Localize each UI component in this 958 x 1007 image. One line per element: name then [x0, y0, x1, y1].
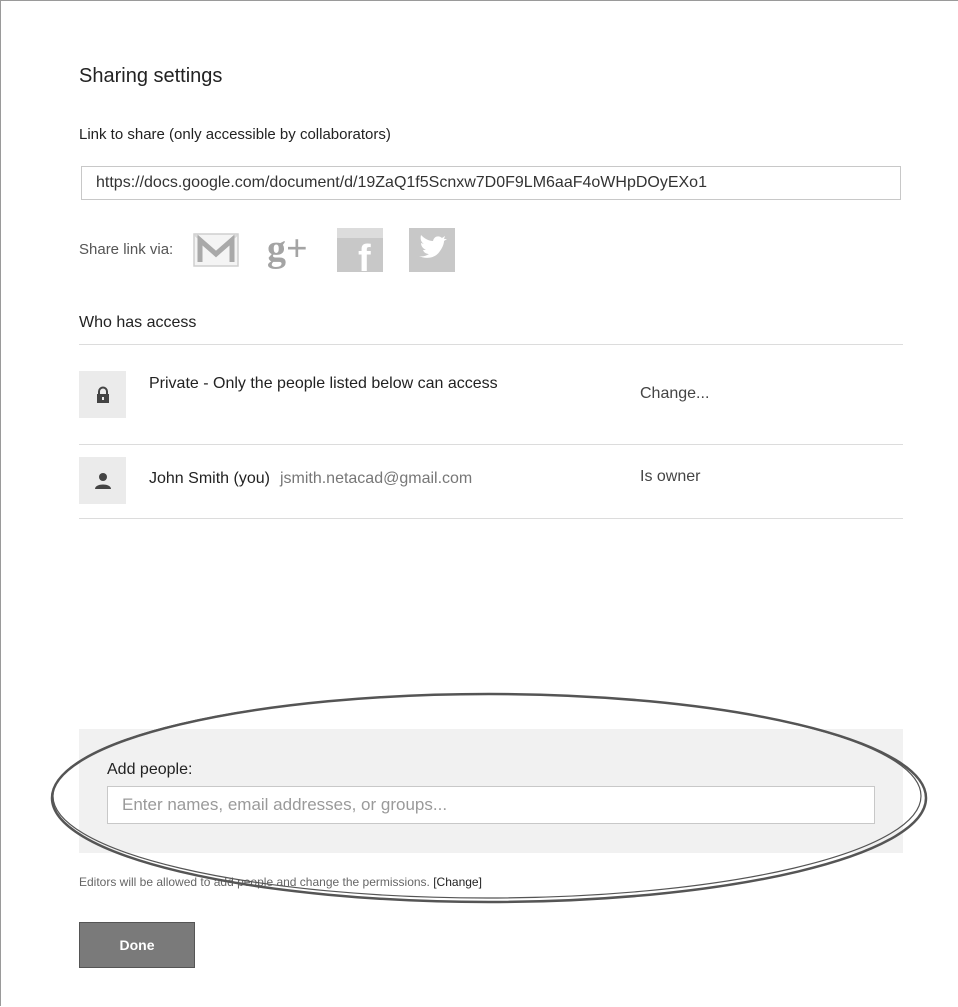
add-people-label: Add people:: [107, 761, 193, 778]
link-to-share-label: Link to share (only accessible by collab…: [79, 126, 391, 143]
highlight-ellipse: [50, 692, 928, 904]
google-plus-icon[interactable]: g+: [263, 224, 314, 274]
editors-permission-note: Editors will be allowed to add people an…: [79, 875, 482, 889]
editors-note-text: Editors will be allowed to add people an…: [79, 875, 434, 889]
owner-name: John Smith (you): [149, 470, 270, 487]
add-people-input[interactable]: [107, 786, 875, 824]
divider: [79, 518, 903, 519]
owner-entry: John Smith (you) jsmith.netacad@gmail.com: [149, 468, 472, 490]
dialog-title: Sharing settings: [79, 65, 223, 87]
share-link-input[interactable]: [81, 166, 901, 200]
gmail-icon[interactable]: [191, 224, 241, 274]
add-people-panel: Add people:: [79, 729, 903, 853]
share-via-label: Share link via:: [79, 240, 174, 258]
who-has-access-heading: Who has access: [79, 314, 197, 331]
twitter-icon[interactable]: [407, 224, 457, 274]
person-icon: [79, 457, 126, 504]
done-button[interactable]: Done: [79, 922, 195, 968]
lock-icon: [79, 371, 126, 418]
owner-email: jsmith.netacad@gmail.com: [279, 470, 473, 487]
owner-role: Is owner: [640, 468, 701, 485]
sharing-settings-dialog: Sharing settings Link to share (only acc…: [0, 0, 958, 1006]
editors-change-link[interactable]: [Change]: [433, 875, 482, 889]
change-visibility-link[interactable]: Change...: [640, 385, 709, 403]
visibility-description: Private - Only the people listed below c…: [149, 375, 498, 392]
facebook-glyph: f: [358, 238, 371, 274]
divider: [79, 344, 903, 345]
google-plus-glyph: g+: [267, 228, 308, 270]
divider: [79, 444, 903, 445]
facebook-icon[interactable]: f: [335, 224, 385, 274]
share-link-via: Share link via: g+ f: [79, 224, 479, 274]
